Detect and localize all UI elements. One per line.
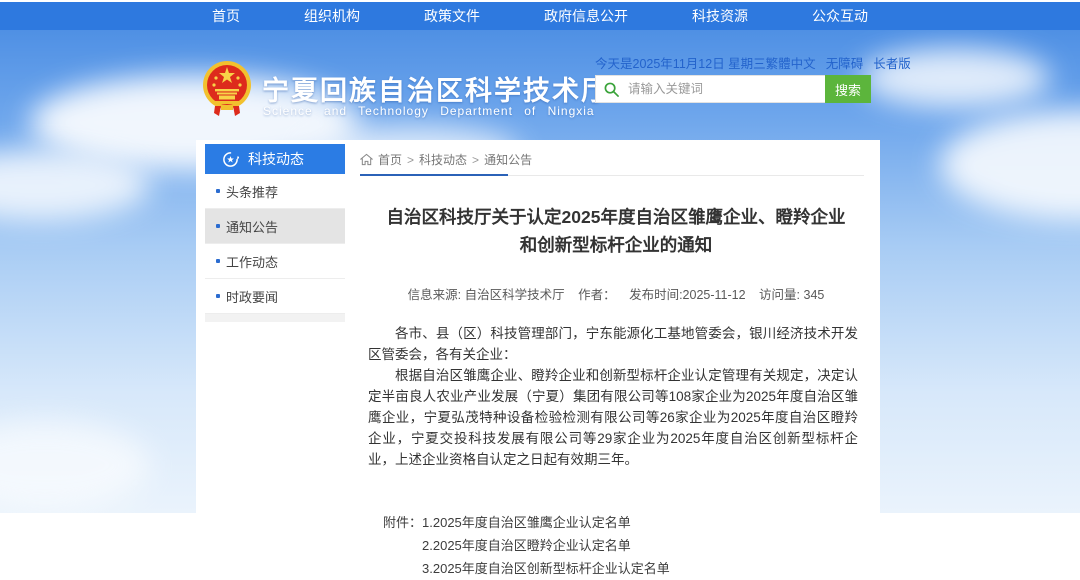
- link-traditional-chinese[interactable]: 繁體中文: [766, 53, 816, 72]
- cloud-decoration: [940, 110, 1080, 220]
- attachments-label: 附件：: [383, 511, 422, 580]
- nav-item-tech-resources[interactable]: 科技资源: [686, 2, 754, 30]
- nav-item-public-interaction[interactable]: 公众互动: [806, 2, 874, 30]
- sidebar-menu: 头条推荐 通知公告 工作动态 时政要闻: [205, 174, 345, 322]
- nav-item-organization[interactable]: 组织机构: [298, 2, 366, 30]
- article-title-line2: 和创新型标杆企业的通知: [360, 231, 872, 259]
- nav-item-home[interactable]: 首页: [206, 2, 246, 30]
- sidebar-header-tech-dynamics[interactable]: 科技动态: [205, 144, 345, 174]
- meta-publish-date: 发布时间:2025-11-12: [629, 288, 746, 302]
- search-bar: 搜索: [595, 75, 871, 103]
- attachment-link-benchmark-list[interactable]: 3.2025年度自治区创新型标杆企业认定名单: [422, 557, 670, 580]
- search-button[interactable]: 搜索: [825, 75, 871, 103]
- sidebar: 科技动态 头条推荐 通知公告 工作动态 时政要闻: [205, 144, 345, 322]
- meta-source: 信息来源: 自治区科学技术厅: [408, 288, 565, 302]
- main-content-card: 科技动态 头条推荐 通知公告 工作动态 时政要闻 首页 > 科技动态 > 通知公…: [196, 140, 880, 513]
- article-paragraph: 根据自治区雏鹰企业、瞪羚企业和创新型标杆企业认定管理有关规定，决定认定半亩良人农…: [368, 365, 858, 470]
- sidebar-item-work-dynamics[interactable]: 工作动态: [205, 244, 345, 279]
- rotate-star-icon: [222, 151, 239, 168]
- cloud-decoration: [0, 420, 150, 510]
- meta-author: 作者：: [578, 288, 616, 302]
- sidebar-item-headlines[interactable]: 头条推荐: [205, 174, 345, 209]
- breadcrumb-underline: [360, 175, 864, 176]
- article-title: 自治区科技厅关于认定2025年度自治区雏鹰企业、瞪羚企业 和创新型标杆企业的通知: [360, 203, 872, 259]
- current-date-text: 今天是2025年11月12日 星期三: [595, 53, 766, 72]
- meta-visits: 访问量: 345: [759, 288, 824, 302]
- attachment-link-eagle-list[interactable]: 1.2025年度自治区雏鹰企业认定名单: [422, 511, 670, 534]
- article-paragraph: 各市、县（区）科技管理部门，宁东能源化工基地管委会，银川经济技术开发区管委会，各…: [368, 323, 858, 365]
- nav-item-policy-documents[interactable]: 政策文件: [418, 2, 486, 30]
- sidebar-title: 科技动态: [248, 149, 304, 169]
- attachments-block: 附件： 1.2025年度自治区雏鹰企业认定名单 2.2025年度自治区瞪羚企业认…: [383, 511, 872, 580]
- sidebar-item-notices[interactable]: 通知公告: [205, 209, 345, 244]
- header-utility-bar: 今天是2025年11月12日 星期三 繁體中文 无障碍 长者版: [595, 53, 877, 72]
- home-icon: [360, 153, 373, 166]
- search-icon: [604, 82, 619, 97]
- link-elderly-version[interactable]: 长者版: [873, 53, 911, 72]
- article-body: 各市、县（区）科技管理部门，宁东能源化工基地管委会，银川经济技术开发区管委会，各…: [368, 323, 858, 470]
- sidebar-item-current-politics[interactable]: 时政要闻: [205, 279, 345, 314]
- breadcrumb-separator: >: [407, 153, 414, 167]
- sidebar-footer-strip: [205, 314, 345, 322]
- page: { "nav": { "items": ["首页", "组织机构", "政策文件…: [0, 0, 1080, 513]
- quick-links: 繁體中文 无障碍 长者版: [766, 53, 911, 72]
- attachments-list: 1.2025年度自治区雏鹰企业认定名单 2.2025年度自治区瞪羚企业认定名单 …: [422, 511, 670, 580]
- breadcrumb-tech-dynamics[interactable]: 科技动态: [419, 151, 467, 168]
- search-input-wrap: [595, 75, 825, 103]
- top-navbar: 首页 组织机构 政策文件 政府信息公开 科技资源 公众互动: [0, 2, 1080, 30]
- site-logo-link[interactable]: [201, 58, 253, 118]
- search-input[interactable]: [626, 81, 817, 97]
- article-meta: 信息来源: 自治区科学技术厅 作者： 发布时间:2025-11-12 访问量: …: [360, 284, 872, 303]
- site-title: 宁夏回族自治区科学技术厅: [262, 69, 610, 108]
- attachment-link-gazelle-list[interactable]: 2.2025年度自治区瞪羚企业认定名单: [422, 534, 670, 557]
- breadcrumb-separator: >: [472, 153, 479, 167]
- article-title-line1: 自治区科技厅关于认定2025年度自治区雏鹰企业、瞪羚企业: [360, 203, 872, 231]
- site-subtitle: Science and Technology Department of Nin…: [263, 104, 595, 118]
- breadcrumb-notices[interactable]: 通知公告: [484, 151, 532, 168]
- breadcrumb: 首页 > 科技动态 > 通知公告: [360, 151, 872, 168]
- national-emblem-logo: [201, 58, 253, 118]
- article-column: 首页 > 科技动态 > 通知公告 自治区科技厅关于认定2025年度自治区雏鹰企业…: [360, 140, 872, 580]
- breadcrumb-home[interactable]: 首页: [378, 151, 402, 168]
- link-accessibility[interactable]: 无障碍: [826, 53, 864, 72]
- nav-item-gov-info-disclosure[interactable]: 政府信息公开: [538, 2, 634, 30]
